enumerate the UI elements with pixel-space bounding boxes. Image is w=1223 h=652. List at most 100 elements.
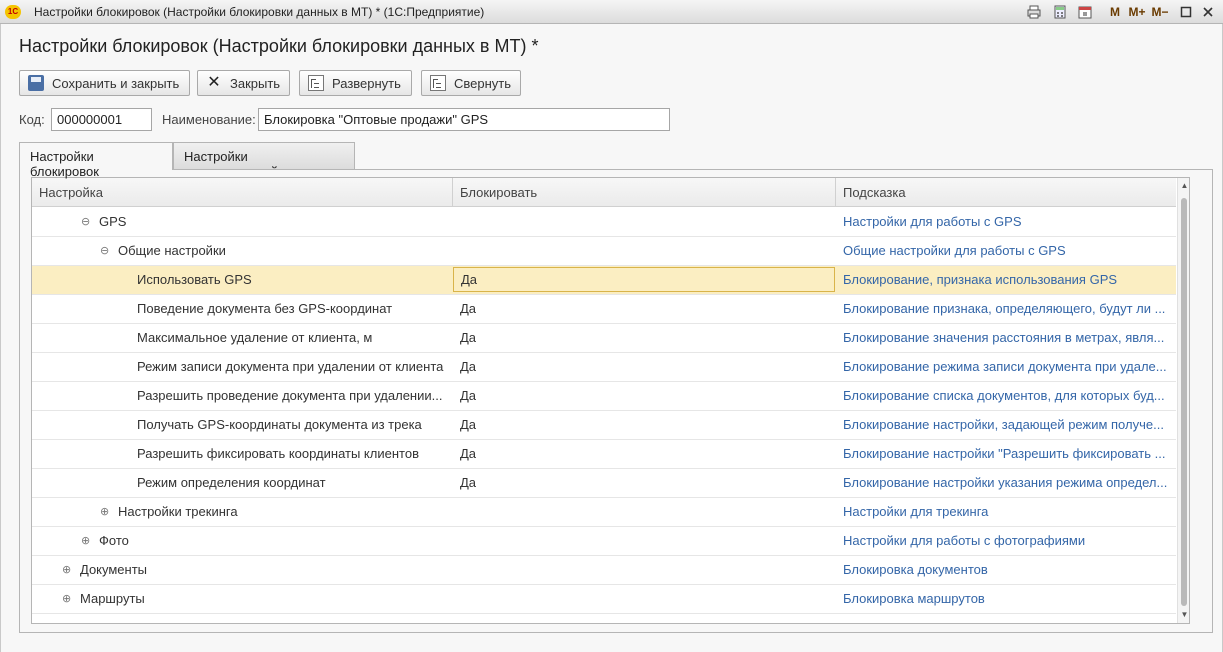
cell-block-value[interactable]: Да: [453, 267, 835, 292]
cell-hint-link[interactable]: Настройки для работы с GPS: [836, 208, 1176, 236]
calendar-icon[interactable]: [1075, 3, 1095, 21]
expand-button[interactable]: Развернуть: [299, 70, 412, 96]
setting-name: Документы: [80, 562, 148, 577]
table-row[interactable]: ⊕ Маршруты Блокировка маршрутов: [32, 585, 1176, 614]
scroll-up-icon[interactable]: ▲: [1180, 181, 1189, 190]
code-field[interactable]: 000000001: [51, 108, 152, 131]
cell-setting[interactable]: ⊖ GPS: [32, 208, 452, 236]
cell-hint-link[interactable]: Блокировка маршрутов: [836, 585, 1176, 613]
cell-block-value[interactable]: Да: [453, 295, 835, 323]
cell-block-value[interactable]: Да: [453, 382, 835, 410]
cell-setting[interactable]: ⊕ Настройки трекинга: [32, 498, 452, 526]
table-row[interactable]: ⊕ Документы Блокировка документов: [32, 556, 1176, 585]
tab-lock-settings[interactable]: Настройки блокировок: [19, 142, 173, 179]
cell-setting[interactable]: Получать GPS-координаты документа из тре…: [32, 411, 452, 439]
scroll-down-icon[interactable]: ▼: [1180, 610, 1189, 619]
save-and-close-button[interactable]: Сохранить и закрыть: [19, 70, 190, 96]
table-row[interactable]: Режим записи документа при удалении от к…: [32, 353, 1176, 382]
cell-hint-link[interactable]: Блокирование настройки "Разрешить фиксир…: [836, 440, 1176, 468]
cell-setting[interactable]: ⊕ Документы: [32, 556, 452, 584]
cell-block-value[interactable]: Да: [453, 469, 835, 497]
cell-setting[interactable]: Максимальное удаление от клиента, м: [32, 324, 452, 352]
expand-node-icon[interactable]: ⊕: [100, 506, 109, 517]
cell-hint-link[interactable]: Блокировка документов: [836, 556, 1176, 584]
app-logo-icon: 1С: [5, 5, 21, 19]
table-row[interactable]: Разрешить проведение документа при удале…: [32, 382, 1176, 411]
maximize-icon[interactable]: [1176, 3, 1196, 21]
close-label: Закрыть: [230, 75, 281, 91]
table-row[interactable]: ⊕ Фото Настройки для работы с фотографиями: [32, 527, 1176, 556]
table-header: Настройка Блокировать Подсказка: [32, 178, 1176, 207]
cell-hint-link[interactable]: Блокирование настройки указания режима о…: [836, 469, 1176, 497]
table-row[interactable]: Поведение документа без GPS-координат Да Б…: [32, 295, 1176, 324]
expand-tree-icon: [308, 75, 324, 91]
column-header-hint[interactable]: Подсказка: [836, 178, 1176, 207]
column-header-block[interactable]: Блокировать: [453, 178, 836, 207]
cell-hint-link[interactable]: Настройки для работы с фотографиями: [836, 527, 1176, 555]
cell-block-value[interactable]: Да: [453, 353, 835, 381]
table-row[interactable]: Максимальное удаление от клиента, м Да Бло…: [32, 324, 1176, 353]
cell-setting[interactable]: Режим определения координат: [32, 469, 452, 497]
cell-block-value[interactable]: Да: [453, 411, 835, 439]
calculator-icon[interactable]: [1050, 3, 1070, 21]
table-row[interactable]: Получать GPS-координаты документа из тре…: [32, 411, 1176, 440]
tab-confirmation-settings[interactable]: Настройки подтверждений: [173, 142, 355, 179]
setting-name: Получать GPS-координаты документа из тре…: [137, 417, 422, 432]
vertical-scrollbar[interactable]: ▲ ▼: [1177, 178, 1189, 623]
column-header-setting[interactable]: Настройка: [32, 178, 453, 207]
expand-node-icon[interactable]: ⊕: [81, 535, 90, 546]
memory-minus-button[interactable]: M−: [1148, 3, 1172, 21]
cell-hint-link[interactable]: Блокирование значения расстояния в метра…: [836, 324, 1176, 352]
settings-table[interactable]: Настройка Блокировать Подсказка ⊖ GPS Наст…: [31, 177, 1190, 624]
setting-name: Режим определения координат: [137, 475, 326, 490]
cell-setting[interactable]: ⊕ Маршруты: [32, 585, 452, 613]
cell-setting[interactable]: Разрешить фиксировать координаты клиенто…: [32, 440, 452, 468]
collapse-node-icon[interactable]: ⊖: [81, 216, 90, 227]
memory-plus-button[interactable]: M+: [1125, 3, 1149, 21]
cell-setting[interactable]: Поведение документа без GPS-координат: [32, 295, 452, 323]
cell-block-value[interactable]: [453, 208, 835, 236]
table-row[interactable]: Использовать GPS Да Блокирование, признака…: [32, 266, 1176, 295]
cell-setting[interactable]: Разрешить проведение документа при удале…: [32, 382, 452, 410]
cell-hint-link[interactable]: Блокирование настройки, задающей режим п…: [836, 411, 1176, 439]
scroll-thumb[interactable]: [1181, 198, 1187, 606]
cell-block-value[interactable]: [453, 237, 835, 265]
name-field[interactable]: Блокировка "Оптовые продажи" GPS: [258, 108, 670, 131]
cell-hint-link[interactable]: Общие настройки для работы с GPS: [836, 237, 1176, 265]
table-row[interactable]: ⊖ GPS Настройки для работы с GPS: [32, 208, 1176, 237]
cell-block-value[interactable]: [453, 556, 835, 584]
cell-setting[interactable]: ⊕ Фото: [32, 527, 452, 555]
print-icon[interactable]: [1024, 3, 1044, 21]
memory-m-button[interactable]: M: [1103, 3, 1127, 21]
expand-node-icon[interactable]: ⊕: [62, 564, 71, 575]
setting-name: Настройки трекинга: [118, 504, 238, 519]
expand-label: Развернуть: [332, 75, 401, 91]
window-title: Настройки блокировок (Настройки блокиров…: [34, 5, 485, 19]
cell-hint-link[interactable]: Блокирование списка документов, для кото…: [836, 382, 1176, 410]
cell-block-value[interactable]: Да: [453, 324, 835, 352]
table-row[interactable]: Режим определения координат Да Блокировани…: [32, 469, 1176, 498]
collapse-node-icon[interactable]: ⊖: [100, 245, 109, 256]
setting-name: Разрешить фиксировать координаты клиенто…: [137, 446, 419, 461]
cell-setting[interactable]: Использовать GPS: [32, 266, 452, 294]
close-button[interactable]: ✕ Закрыть: [197, 70, 290, 96]
collapse-button[interactable]: Свернуть: [421, 70, 521, 96]
expand-node-icon[interactable]: ⊕: [62, 593, 71, 604]
form-content: Настройки блокировок (Настройки блокиров…: [0, 24, 1223, 652]
cell-hint-link[interactable]: Блокирование режима записи документа при…: [836, 353, 1176, 381]
cell-block-value[interactable]: [453, 498, 835, 526]
table-row[interactable]: ⊖ Общие настройки Общие настройки для рабо…: [32, 237, 1176, 266]
cell-setting[interactable]: Режим записи документа при удалении от к…: [32, 353, 452, 381]
close-window-icon[interactable]: [1198, 3, 1218, 21]
table-row[interactable]: ⊕ Настройки трекинга Настройки для трекинг…: [32, 498, 1176, 527]
setting-name: Маршруты: [80, 591, 145, 606]
cell-setting[interactable]: ⊖ Общие настройки: [32, 237, 452, 265]
cell-block-value[interactable]: [453, 527, 835, 555]
setting-name: Фото: [99, 533, 129, 548]
cell-block-value[interactable]: Да: [453, 440, 835, 468]
cell-hint-link[interactable]: Блокирование признака, определяющего, бу…: [836, 295, 1176, 323]
cell-hint-link[interactable]: Блокирование, признака использования GPS: [836, 266, 1176, 294]
cell-block-value[interactable]: [453, 585, 835, 613]
cell-hint-link[interactable]: Настройки для трекинга: [836, 498, 1176, 526]
table-row[interactable]: Разрешить фиксировать координаты клиенто…: [32, 440, 1176, 469]
